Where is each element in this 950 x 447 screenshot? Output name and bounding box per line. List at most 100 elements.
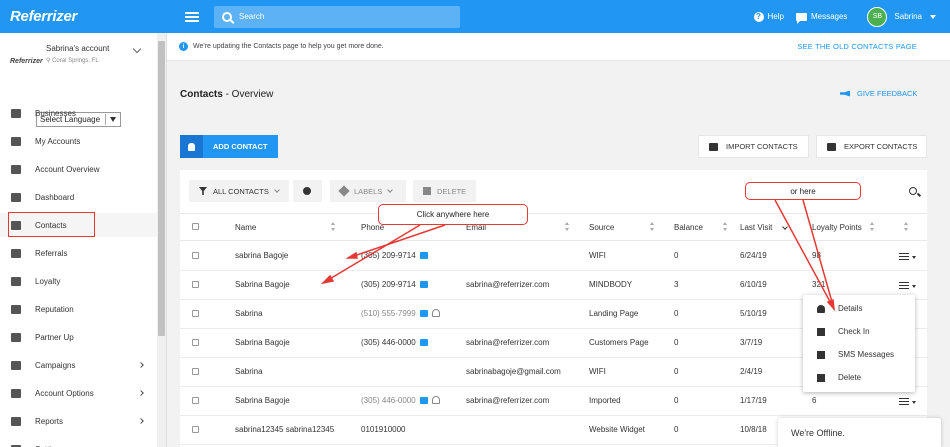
- menu-item-label: Delete: [838, 373, 862, 382]
- sidebar-item-account-options[interactable]: Account Options: [0, 381, 157, 405]
- row-checkbox[interactable]: [192, 310, 199, 317]
- sms-icon[interactable]: [419, 310, 428, 317]
- row-checkbox[interactable]: [192, 426, 199, 433]
- chat-widget[interactable]: We're Offline.: [778, 418, 941, 447]
- user-menu[interactable]: SB Sabrina: [867, 6, 936, 27]
- sidebar-item-settings[interactable]: Settings: [0, 437, 157, 447]
- cell-phone: 0101910000: [361, 425, 406, 434]
- sidebar-item-campaigns[interactable]: Campaigns: [0, 353, 157, 377]
- row-checkbox[interactable]: [192, 339, 199, 346]
- export-icon: [827, 142, 836, 151]
- sidebar-item-reports[interactable]: Reports: [0, 409, 157, 433]
- row-menu-icon[interactable]: [899, 398, 916, 405]
- sms-icon[interactable]: [419, 397, 428, 404]
- chevron-down-icon[interactable]: [132, 44, 142, 54]
- chevron-down-icon: [387, 187, 394, 193]
- cell-balance: 0: [674, 396, 679, 405]
- help-button[interactable]: ? Help: [753, 11, 784, 22]
- old-contacts-link[interactable]: SEE THE OLD CONTACTS PAGE: [797, 42, 917, 51]
- cell-last-visit: 10/8/18: [740, 425, 767, 434]
- sidebar-item-reputation[interactable]: Reputation: [0, 297, 157, 321]
- sidebar-scrollbar[interactable]: [157, 33, 166, 447]
- header-loyalty[interactable]: Loyalty Points: [812, 223, 862, 232]
- row-menu-icon[interactable]: [899, 282, 916, 289]
- menu-item-label: Details: [838, 304, 863, 313]
- sidebar-item-referrals[interactable]: Referrals: [0, 241, 157, 265]
- cell-phone: (305) 209-9714: [361, 280, 428, 289]
- menu-item-sms-messages[interactable]: SMS Messages: [803, 343, 915, 366]
- menu-item-label: Check In: [838, 327, 870, 336]
- sort-icon[interactable]: [650, 222, 655, 231]
- cell-balance: 3: [674, 280, 679, 289]
- filter-dropdown[interactable]: ALL CONTACTS: [189, 180, 289, 202]
- sort-icon[interactable]: [723, 222, 728, 231]
- sms-icon[interactable]: [419, 339, 428, 346]
- filter-icon: [199, 187, 207, 195]
- chat-icon: [817, 350, 825, 359]
- brand-logo[interactable]: Referrizer: [0, 0, 165, 33]
- sidebar-item-dashboard[interactable]: Dashboard: [0, 185, 157, 209]
- add-contact-button[interactable]: ADD CONTACT: [180, 135, 278, 158]
- import-contacts-button[interactable]: IMPORT CONTACTS: [698, 135, 809, 158]
- cell-last-visit: 6/10/19: [740, 280, 767, 289]
- messages-button[interactable]: Messages: [795, 12, 847, 24]
- cell-name: Sabrina: [235, 367, 263, 376]
- header-source[interactable]: Source: [589, 223, 614, 232]
- account-logo: Referrizer: [10, 58, 43, 65]
- column-options-icon[interactable]: [904, 222, 909, 231]
- sort-icon[interactable]: [331, 222, 336, 231]
- refresh-icon: [11, 276, 21, 286]
- scrollbar-thumb[interactable]: [158, 41, 165, 336]
- sort-icon[interactable]: [870, 222, 875, 231]
- sms-icon[interactable]: [419, 252, 428, 259]
- row-checkbox[interactable]: [192, 252, 199, 259]
- row-checkbox[interactable]: [192, 368, 199, 375]
- account-switcher[interactable]: Referrizer Sabrina's account ⚲ Coral Spr…: [10, 43, 150, 73]
- cell-balance: 0: [674, 425, 679, 434]
- menu-item-delete[interactable]: Delete: [803, 366, 915, 389]
- settings-button[interactable]: [293, 180, 322, 202]
- layers-icon: [11, 136, 21, 146]
- cell-loyalty: 98: [812, 251, 821, 260]
- sidebar-item-my-accounts[interactable]: My Accounts: [0, 129, 157, 153]
- row-checkbox[interactable]: [192, 281, 199, 288]
- give-feedback-link[interactable]: GIVE FEEDBACK: [840, 89, 917, 98]
- sidebar-item-partner-up[interactable]: Partner Up: [0, 325, 157, 349]
- page-title: Contacts - Overview: [180, 89, 273, 100]
- hamburger-menu-icon[interactable]: [185, 11, 199, 22]
- cell-last-visit: 5/10/19: [740, 309, 767, 318]
- header-name[interactable]: Name: [235, 223, 256, 232]
- export-contacts-button[interactable]: EXPORT CONTACTS: [816, 135, 927, 158]
- header-balance[interactable]: Balance: [674, 223, 703, 232]
- delete-button[interactable]: DELETE: [413, 180, 476, 202]
- row-menu-icon[interactable]: [899, 253, 916, 260]
- sidebar-item-businesses[interactable]: Businesses: [0, 101, 157, 125]
- filter-label: ALL CONTACTS: [213, 186, 269, 196]
- chevron-right-icon: [138, 390, 144, 396]
- person-icon: [817, 304, 825, 313]
- cell-name: sabrina12345 sabrina12345: [235, 425, 335, 434]
- labels-dropdown[interactable]: LABELS: [330, 180, 406, 202]
- menu-item-details[interactable]: Details: [803, 297, 915, 320]
- sms-icon[interactable]: [419, 281, 428, 288]
- person-icon: [431, 396, 440, 404]
- menu-item-check-in[interactable]: Check In: [803, 320, 915, 343]
- banner-message: We're updating the Contacts page to help…: [193, 43, 384, 50]
- search-input[interactable]: Search: [214, 5, 460, 28]
- sidebar-item-label: Campaigns: [35, 360, 76, 370]
- handshake-icon: [11, 332, 21, 342]
- sidebar-item-loyalty[interactable]: Loyalty: [0, 269, 157, 293]
- sidebar-item-account-overview[interactable]: Account Overview: [0, 157, 157, 181]
- sort-icon[interactable]: [565, 222, 570, 231]
- header-last-visit[interactable]: Last Visit: [740, 223, 772, 232]
- row-checkbox[interactable]: [192, 397, 199, 404]
- cell-loyalty: 321: [812, 280, 826, 289]
- table-row[interactable]: sabrina Bagoje (305) 209-9714 WIFI 0 6/24/19…: [180, 242, 927, 271]
- cell-source: MINDBODY: [589, 280, 633, 289]
- info-banner: i We're updating the Contacts page to he…: [167, 33, 950, 61]
- cell-source: WIFI: [589, 251, 606, 260]
- select-all-checkbox[interactable]: [192, 223, 199, 230]
- sort-down-icon[interactable]: [782, 224, 788, 230]
- search-icon[interactable]: [909, 187, 917, 195]
- sidebar-item-label: Reputation: [35, 304, 74, 314]
